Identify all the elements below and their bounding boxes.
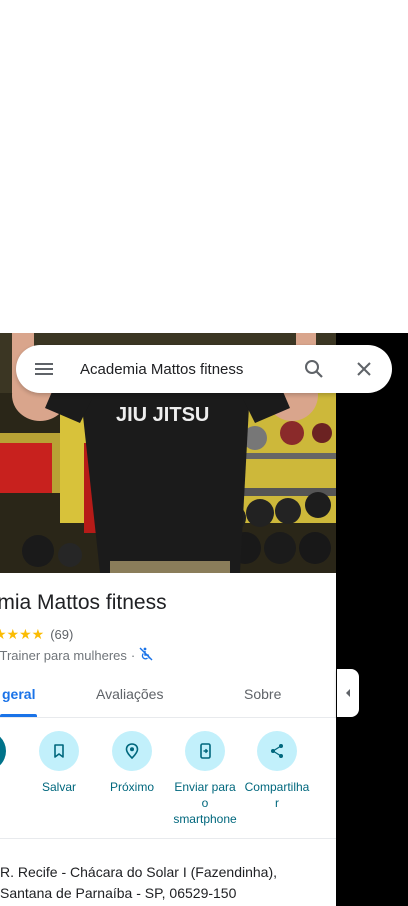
separator-dot: · <box>130 648 136 663</box>
action-buttons: s Salvar Próximo <box>0 731 336 831</box>
shirt-print: JIU JITSU <box>116 404 209 426</box>
blank-top-area <box>0 0 408 333</box>
rating-stars: ★★★★ <box>0 626 45 642</box>
review-count[interactable]: (69) <box>50 627 73 642</box>
place-category[interactable]: al Trainer para mulheres <box>0 648 127 663</box>
category-row: al Trainer para mulheres · <box>0 647 153 664</box>
address-line1: R. Recife - Chácara do Solar I (Fazendin… <box>0 864 278 880</box>
share-label-line2: r <box>274 796 279 810</box>
share-label-line1: Compartilha <box>244 780 310 794</box>
search-box[interactable]: Academia Mattos fitness <box>16 345 392 393</box>
search-icon <box>305 360 323 378</box>
save-button[interactable]: Salvar <box>21 731 97 795</box>
share-button[interactable]: Compartilha r <box>239 731 315 811</box>
rating-row[interactable]: ★★★★ (69) <box>0 626 73 643</box>
search-input[interactable]: Academia Mattos fitness <box>80 361 300 378</box>
send-label-line3: smartphone <box>173 812 237 826</box>
share-icon <box>257 731 297 771</box>
bookmark-icon <box>39 731 79 771</box>
share-label: Compartilha r <box>245 779 310 811</box>
hamburger-icon <box>35 363 53 375</box>
nearby-icon <box>112 731 152 771</box>
address-line2: Santana de Parnaíba - SP, 06529-150 <box>0 885 237 901</box>
nearby-button[interactable]: Próximo <box>94 731 170 795</box>
tab-reviews[interactable]: Avaliações <box>96 686 163 702</box>
section-divider <box>0 838 336 839</box>
address[interactable]: R. Recife - Chácara do Solar I (Fazendin… <box>0 862 277 904</box>
send-label-line2: o <box>201 796 209 810</box>
menu-button[interactable] <box>30 355 58 383</box>
collapse-panel-button[interactable] <box>337 669 359 717</box>
directions-icon <box>0 731 6 771</box>
send-to-phone-button[interactable]: Enviar para o smartphone <box>167 731 243 827</box>
search-button[interactable] <box>300 355 328 383</box>
tab-overview[interactable]: geral <box>2 686 35 702</box>
send-to-phone-label: Enviar para o smartphone <box>173 779 236 827</box>
caret-left-icon <box>346 689 350 697</box>
save-label: Salvar <box>41 780 76 794</box>
close-icon <box>357 362 371 376</box>
send-to-phone-icon <box>185 731 225 771</box>
close-button[interactable] <box>350 355 378 383</box>
map-area[interactable] <box>336 333 408 906</box>
tab-about[interactable]: Sobre <box>244 686 281 702</box>
wheelchair-inaccessible-icon <box>139 647 153 664</box>
tab-bar: geral Avaliações Sobre <box>0 683 336 718</box>
active-tab-indicator <box>0 714 37 717</box>
send-label-line1: Enviar para <box>174 780 236 794</box>
nearby-label: Próximo <box>109 780 154 794</box>
place-panel: JIU JITSU demia Mattos fitness ★★★★ (69)… <box>0 333 336 906</box>
place-title: demia Mattos fitness <box>0 591 167 614</box>
